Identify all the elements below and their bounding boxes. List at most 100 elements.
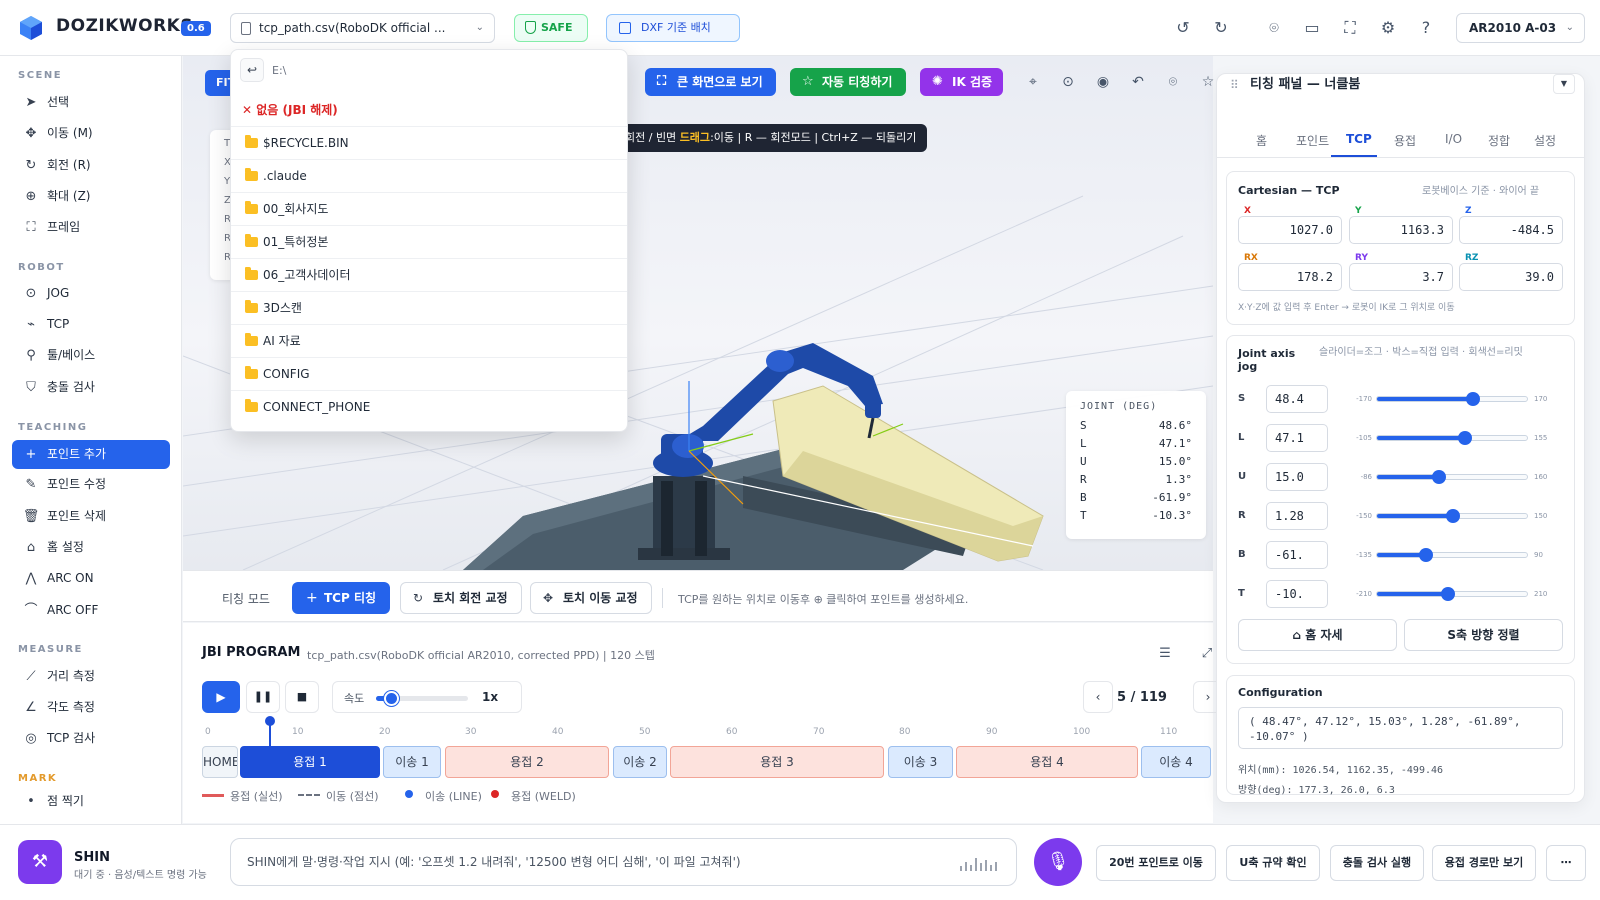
quick-action-button[interactable]: 충돌 검사 실행 bbox=[1330, 845, 1424, 881]
play-button[interactable]: ▶ bbox=[202, 681, 240, 713]
jog-value-input[interactable]: -61. bbox=[1266, 541, 1328, 569]
torch-move-button[interactable]: ✥ 토치 이동 교정 bbox=[530, 582, 652, 614]
folder-item[interactable]: .claude bbox=[231, 159, 627, 192]
timeline-playhead[interactable] bbox=[265, 716, 275, 748]
quick-action-button[interactable]: U축 규약 확인 bbox=[1226, 845, 1320, 881]
prev-step-button[interactable]: ‹ bbox=[1083, 681, 1113, 713]
tab-5[interactable]: 정합 bbox=[1488, 132, 1510, 149]
tools-icon[interactable]: ⚒ bbox=[18, 840, 62, 884]
video-icon[interactable]: ▭ bbox=[1302, 18, 1322, 38]
quick-action-button[interactable]: ⋯ bbox=[1546, 845, 1586, 881]
folder-item[interactable]: 00_회사지도 bbox=[231, 192, 627, 225]
program-segment[interactable]: 용접 4 bbox=[956, 746, 1138, 778]
sidebar-item-teaching-1[interactable]: ✎ 포인트 수정 bbox=[12, 470, 170, 499]
jog-slider[interactable] bbox=[1376, 470, 1528, 484]
speed-slider[interactable] bbox=[376, 691, 468, 706]
sidebar-item-scene-1[interactable]: ✥ 이동 (M) bbox=[12, 119, 170, 148]
target-icon[interactable]: ⊙ bbox=[1058, 72, 1078, 92]
gear-icon[interactable]: ⚙ bbox=[1378, 18, 1398, 38]
jog-slider[interactable] bbox=[1376, 431, 1528, 445]
cartesian-input-rx[interactable]: 178.2 bbox=[1238, 263, 1342, 291]
fullscreen-icon[interactable]: ⛶ bbox=[1340, 18, 1360, 38]
torch-rotation-button[interactable]: ↻ 토치 회전 교정 bbox=[400, 582, 522, 614]
sidebar-item-scene-3[interactable]: ⊕ 확대 (Z) bbox=[12, 182, 170, 211]
folder-item[interactable]: 01_특허정본 bbox=[231, 225, 627, 258]
jog-slider-handle[interactable] bbox=[1466, 392, 1480, 406]
cartesian-input-ry[interactable]: 3.7 bbox=[1349, 263, 1453, 291]
dxf-placement-button[interactable]: DXF 기준 배치 bbox=[606, 14, 740, 42]
jog-value-input[interactable]: -10. bbox=[1266, 580, 1328, 608]
cartesian-input-y[interactable]: 1163.3 bbox=[1349, 216, 1453, 244]
file-selector[interactable]: tcp_path.csv(RoboDK official ... ⌄ bbox=[230, 13, 495, 43]
folder-item[interactable]: 06_고객사데이터 bbox=[231, 258, 627, 291]
jog-slider[interactable] bbox=[1376, 509, 1528, 523]
speed-handle[interactable] bbox=[384, 691, 399, 706]
program-segment[interactable]: 용접 2 bbox=[445, 746, 609, 778]
command-input[interactable]: SHIN에게 말·명령·작업 지시 (예: '오프셋 1.2 내려줘', '12… bbox=[230, 838, 1017, 886]
list-icon[interactable]: ☰ bbox=[1155, 644, 1175, 664]
camera-icon[interactable]: ⌾ bbox=[1264, 18, 1284, 38]
cartesian-input-rz[interactable]: 39.0 bbox=[1459, 263, 1563, 291]
auto-teach-button[interactable]: ☆ 자동 티칭하기 bbox=[790, 68, 906, 96]
folder-item[interactable]: CONNECT_PHONE bbox=[231, 390, 627, 423]
program-segment[interactable]: HOME bbox=[202, 746, 238, 778]
tab-2[interactable]: TCP bbox=[1346, 132, 1372, 146]
sidebar-item-scene-4[interactable]: ⛶ 프레임 bbox=[12, 213, 170, 242]
program-segment[interactable]: 용접 3 bbox=[670, 746, 884, 778]
jog-slider-handle[interactable] bbox=[1419, 548, 1433, 562]
sidebar-item-robot-1[interactable]: ⌁ TCP bbox=[12, 310, 170, 339]
tab-0[interactable]: 홈 bbox=[1256, 132, 1267, 149]
stop-button[interactable]: ■ bbox=[285, 681, 319, 713]
program-segment[interactable]: 이송 4 bbox=[1141, 746, 1211, 778]
tcp-teach-button[interactable]: + TCP 티칭 bbox=[292, 582, 390, 614]
undo-icon[interactable]: ↺ bbox=[1173, 18, 1193, 38]
folder-item[interactable]: CONFIG bbox=[231, 357, 627, 390]
pause-button[interactable]: ❚❚ bbox=[246, 681, 280, 713]
sidebar-item-teaching-2[interactable]: 🗑 포인트 삭제 bbox=[12, 502, 170, 531]
folder-item[interactable]: AI 자료 bbox=[231, 324, 627, 357]
sidebar-item-measure-1[interactable]: ∠ 각도 측정 bbox=[12, 693, 170, 722]
program-segment[interactable]: 이송 1 bbox=[383, 746, 441, 778]
help-icon[interactable]: ? bbox=[1416, 18, 1436, 38]
s-axis-align-button[interactable]: S축 방향 정렬 bbox=[1404, 619, 1563, 651]
ik-verify-button[interactable]: ✺ IK 검증 bbox=[920, 68, 1003, 96]
folder-item[interactable]: $RECYCLE.BIN bbox=[231, 126, 627, 159]
tab-4[interactable]: I/O bbox=[1445, 132, 1462, 146]
jog-slider-handle[interactable] bbox=[1432, 470, 1446, 484]
sidebar-item-teaching-4[interactable]: ⋀ ARC ON bbox=[12, 564, 170, 593]
program-segment[interactable]: 이송 2 bbox=[613, 746, 667, 778]
eye-icon[interactable]: ◉ bbox=[1093, 72, 1113, 92]
home-pose-button[interactable]: ⌂ 홈 자세 bbox=[1238, 619, 1397, 651]
drag-handle-icon[interactable]: ⠿ bbox=[1230, 78, 1239, 92]
chevron-down-icon[interactable]: ▼ bbox=[1553, 74, 1575, 94]
sidebar-item-scene-0[interactable]: ➤ 선택 bbox=[12, 88, 170, 117]
quick-action-button[interactable]: 용접 경로만 보기 bbox=[1432, 845, 1536, 881]
jog-value-input[interactable]: 15.0 bbox=[1266, 463, 1328, 491]
fullscreen-view-button[interactable]: ⛶ 큰 화면으로 보기 bbox=[645, 68, 776, 96]
jog-slider[interactable] bbox=[1376, 587, 1528, 601]
tab-1[interactable]: 포인트 bbox=[1296, 132, 1329, 149]
sidebar-item-teaching-0[interactable]: + 포인트 추가 bbox=[12, 440, 170, 469]
microphone-icon[interactable]: 🎙 bbox=[1034, 838, 1082, 886]
cartesian-input-x[interactable]: 1027.0 bbox=[1238, 216, 1342, 244]
sidebar-item-robot-0[interactable]: ⊙ JOG bbox=[12, 279, 170, 308]
cartesian-input-z[interactable]: -484.5 bbox=[1459, 216, 1563, 244]
expand-icon[interactable]: ⤢ bbox=[1197, 644, 1217, 664]
jog-value-input[interactable]: 47.1 bbox=[1266, 424, 1328, 452]
sidebar-item-measure-0[interactable]: ⟋ 거리 측정 bbox=[12, 662, 170, 691]
sidebar-item-scene-2[interactable]: ↻ 회전 (R) bbox=[12, 151, 170, 180]
star-icon[interactable]: ☆ bbox=[1198, 72, 1218, 92]
crosshair-icon[interactable]: ⌖ bbox=[1023, 72, 1043, 92]
program-segment[interactable]: 이송 3 bbox=[888, 746, 953, 778]
camera-icon[interactable]: ⌾ bbox=[1163, 72, 1183, 92]
sidebar-item-robot-3[interactable]: ⛉ 충돌 검사 bbox=[12, 373, 170, 402]
jog-slider-handle[interactable] bbox=[1446, 509, 1460, 523]
redo-icon[interactable]: ↻ bbox=[1211, 18, 1231, 38]
jog-value-input[interactable]: 48.4 bbox=[1266, 385, 1328, 413]
quick-action-button[interactable]: 20번 포인트로 이동 bbox=[1096, 845, 1216, 881]
jog-slider-handle[interactable] bbox=[1458, 431, 1472, 445]
tab-6[interactable]: 설정 bbox=[1534, 132, 1556, 149]
tab-3[interactable]: 용접 bbox=[1394, 132, 1416, 149]
folder-item[interactable]: 3D스캔 bbox=[231, 291, 627, 324]
sidebar-item-robot-2[interactable]: ⚲ 툴/베이스 bbox=[12, 341, 170, 370]
